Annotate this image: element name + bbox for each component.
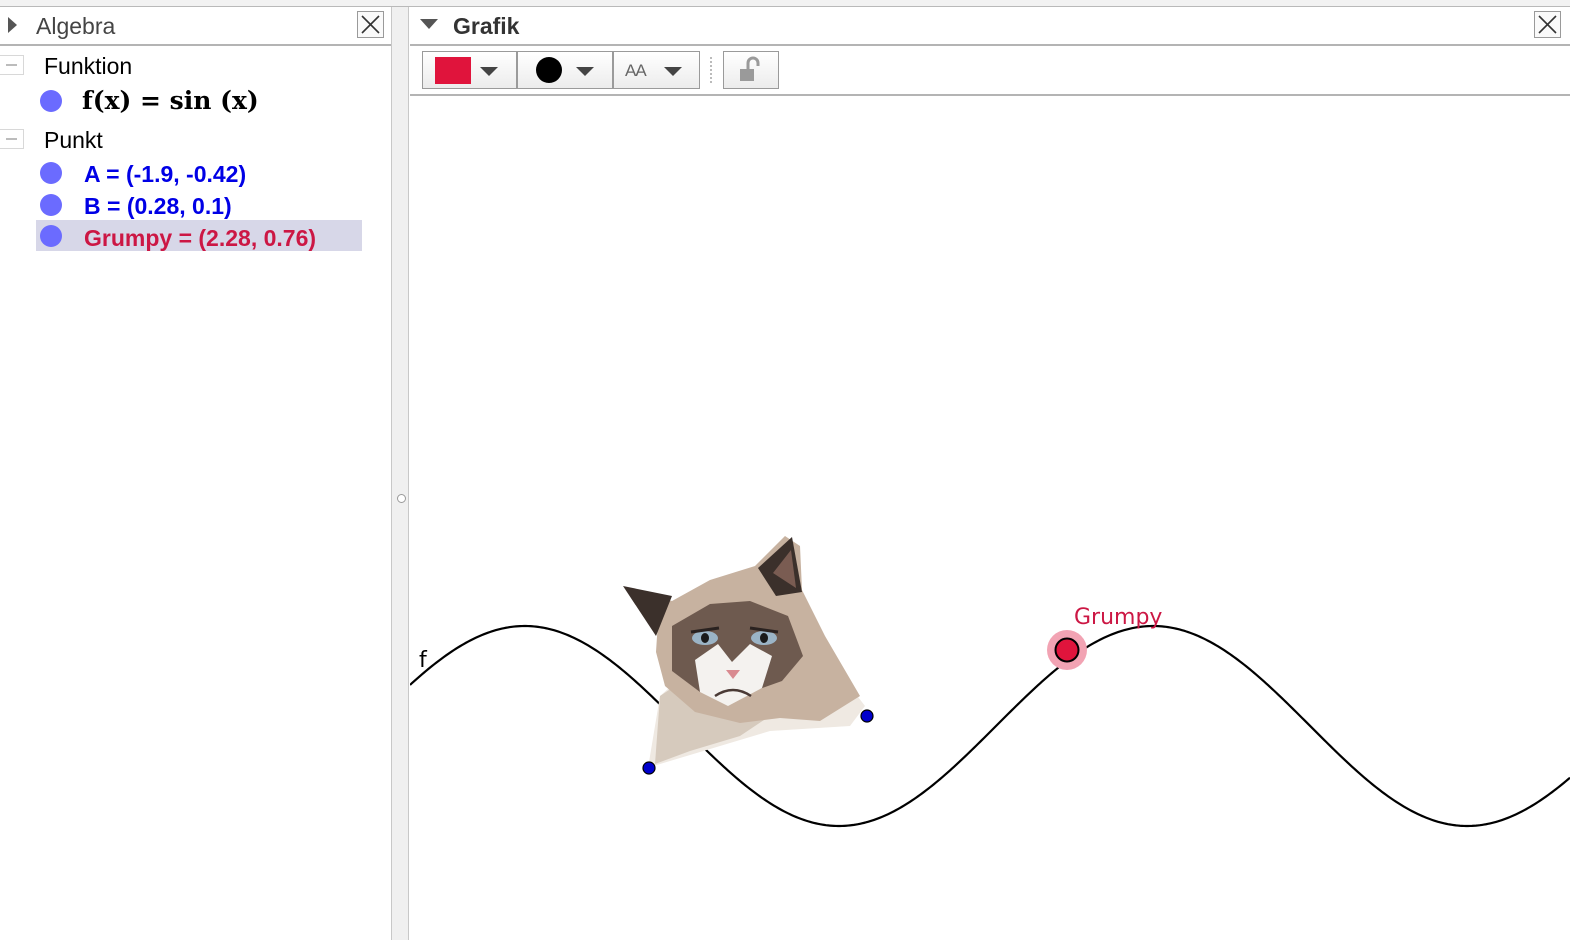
graphics-view-header: Grafik [410,7,1570,46]
algebra-view-title: Algebra [36,13,116,39]
algebra-item-grumpy[interactable]: Grumpy = (2.28, 0.76) [84,225,316,252]
algebra-item-b[interactable]: B = (0.28, 0.1) [84,193,232,220]
graphics-view: Grafik AA f Grumpy [410,7,1570,940]
algebra-view-header: Algebra [0,7,391,46]
algebra-item-a[interactable]: A = (-1.9, -0.42) [84,161,246,188]
visibility-toggle-grumpy[interactable] [40,225,62,247]
color-swatch [435,57,471,84]
visibility-toggle-b[interactable] [40,194,62,216]
close-icon [1538,15,1557,34]
group-collapse-toggle-funktion[interactable] [0,55,24,75]
point-b[interactable] [860,709,874,723]
algebra-view: Algebra Funktion f(x) = sin (x) Punkt A … [0,7,391,940]
style-bar-toggle-icon[interactable] [420,19,438,29]
group-label-funktion: Funktion [44,53,133,79]
expand-triangle-icon[interactable] [8,17,17,33]
dropdown-arrow-icon [576,67,594,76]
toolbar-separator [710,56,712,84]
point-a[interactable] [642,761,656,775]
algebra-item-f[interactable]: f(x) = sin (x) [82,86,259,115]
view-splitter[interactable] [391,7,409,940]
close-icon [361,15,380,34]
lock-button[interactable] [723,51,779,89]
group-label-punkt: Punkt [44,127,103,153]
dropdown-arrow-icon [664,67,682,76]
graphics-close-button[interactable] [1534,11,1561,38]
grumpy-point-label[interactable]: Grumpy [1074,605,1162,630]
point-style-button[interactable] [517,51,613,89]
function-f-curve[interactable] [410,624,1570,828]
unlock-icon [740,56,760,81]
window-top-edge [0,0,1570,7]
visibility-toggle-a[interactable] [40,162,62,184]
graphics-canvas[interactable]: f Grumpy [410,96,1570,940]
visibility-toggle-f[interactable] [40,90,62,112]
grumpy-cat-image[interactable] [623,536,865,768]
algebra-close-button[interactable] [357,11,384,38]
splitter-grip-icon[interactable] [397,494,406,503]
dropdown-arrow-icon [480,67,498,76]
graphics-view-title: Grafik [453,13,520,39]
color-button[interactable] [422,51,517,89]
label-style-button[interactable]: AA [613,51,700,89]
group-collapse-toggle-punkt[interactable] [0,129,24,149]
grumpy-point[interactable] [1054,637,1080,663]
function-label-f: f [419,648,428,673]
label-style-text: AA [625,61,647,80]
filled-circle-icon [536,57,562,83]
style-bar: AA [410,46,1570,96]
